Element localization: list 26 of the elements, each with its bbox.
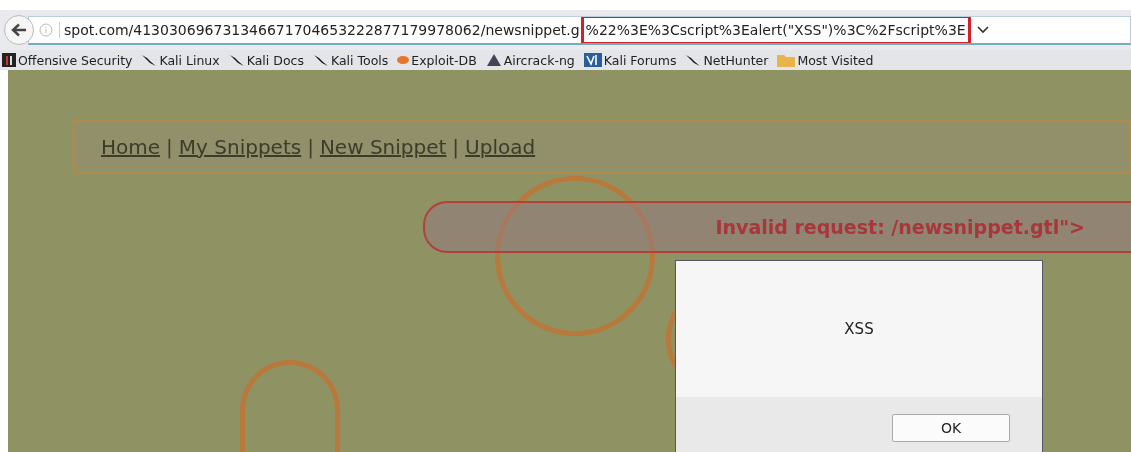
- folder-icon: [777, 53, 796, 67]
- separator: |: [307, 135, 314, 159]
- dropdown-icon[interactable]: [976, 25, 989, 34]
- info-icon: [39, 22, 53, 37]
- back-arrow-icon: [11, 23, 27, 37]
- alert-message: XSS: [843, 319, 875, 340]
- address-bar[interactable]: spot.com/413030696731346671704653222877179978062/newsnippet.g %22%3E%3Cscript%3Ealert("XSS")%3C%2Fscript%3E: [28, 15, 1131, 45]
- bookmark-link[interactable]: Exploit-DB: [397, 52, 477, 68]
- bookmark-link[interactable]: Kali Forums: [583, 52, 677, 68]
- forum-icon: [583, 53, 602, 67]
- bookmark-link[interactable]: NetHunter: [685, 52, 769, 68]
- bookmark-link[interactable]: Aircrack-ng: [485, 52, 575, 68]
- bookmark-folder[interactable]: Most Visited: [777, 52, 874, 68]
- ok-button[interactable]: OK: [892, 414, 1010, 442]
- back-button[interactable]: [4, 15, 34, 45]
- bookmark-link[interactable]: Kali Linux: [141, 52, 220, 68]
- url-text: spot.com/413030696731346671704653222877179978062/newsnippet.g: [64, 21, 580, 38]
- bookmark-link[interactable]: Kali Docs: [228, 52, 304, 68]
- bookmark-link[interactable]: Offensive Security: [2, 52, 133, 68]
- flame-icon: [397, 55, 410, 65]
- error-message: Invalid request: /newsnippet.gtl">: [423, 201, 1131, 253]
- highlighted-url-text: %22%3E%3Cscript%3Ealert("XSS")%3C%2Fscript%3E: [580, 16, 971, 43]
- separator: |: [166, 135, 173, 159]
- wing-icon: [485, 53, 502, 67]
- separator: |: [452, 135, 460, 159]
- bookmark-link[interactable]: Kali Tools: [312, 52, 389, 68]
